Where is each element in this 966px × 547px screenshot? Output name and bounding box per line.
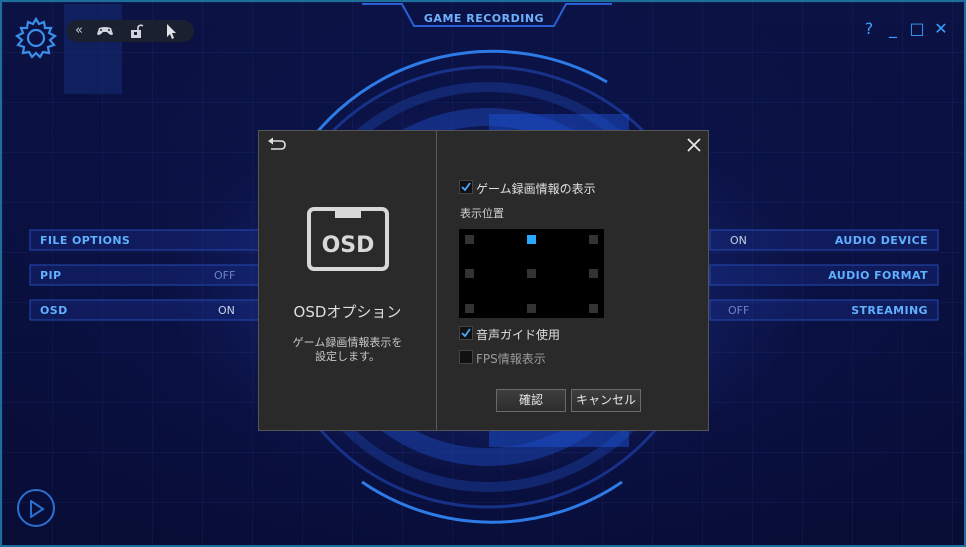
dialog-description: ゲーム録画情報表示を 設定します。: [259, 336, 436, 364]
option-label: AUDIO FORMAT: [828, 269, 928, 282]
cursor-icon[interactable]: [162, 23, 180, 39]
gear-icon[interactable]: [14, 16, 58, 60]
option-value: ON: [218, 304, 235, 317]
option-file-options[interactable]: FILE OPTIONS: [30, 231, 266, 249]
option-audio-format[interactable]: AUDIO FORMAT: [710, 266, 938, 284]
play-icon: [30, 500, 45, 518]
option-audio-device[interactable]: ON AUDIO DEVICE: [710, 231, 938, 249]
show-info-checkbox[interactable]: [459, 180, 473, 194]
option-label: STREAMING: [851, 304, 928, 317]
position-bottom-left[interactable]: [465, 304, 474, 313]
option-pip[interactable]: PIP OFF: [30, 266, 266, 284]
option-value: OFF: [728, 304, 750, 317]
ok-button[interactable]: 確認: [496, 389, 566, 412]
position-top-right[interactable]: [589, 235, 598, 244]
dialog-description-line1: ゲーム録画情報表示を: [292, 336, 403, 349]
position-label: 表示位置: [460, 207, 504, 220]
fps-info-label[interactable]: FPS情報表示: [476, 350, 546, 367]
option-value: OFF: [214, 269, 236, 282]
maximize-button[interactable]: □: [908, 20, 926, 38]
window-title: GAME RECORDING: [423, 12, 545, 25]
option-label: OSD: [40, 304, 68, 317]
position-selector: [459, 229, 604, 318]
voice-guide-label[interactable]: 音声ガイド使用: [476, 326, 560, 343]
option-label: FILE OPTIONS: [40, 234, 131, 247]
position-bottom-center[interactable]: [527, 304, 536, 313]
osd-icon-text: OSD: [322, 233, 375, 258]
quick-toolbar: «: [66, 20, 194, 42]
voice-guide-checkbox[interactable]: [459, 326, 473, 340]
back-arrow-icon[interactable]: [267, 137, 287, 153]
play-button[interactable]: [17, 489, 55, 527]
option-value: ON: [730, 234, 747, 247]
option-streaming[interactable]: OFF STREAMING: [710, 301, 938, 319]
osd-options-dialog: OSD OSDオプション ゲーム録画情報表示を 設定します。 ゲーム録画情報の表…: [258, 130, 709, 431]
collapse-arrows-icon[interactable]: «: [70, 23, 88, 39]
position-top-center[interactable]: [527, 235, 536, 244]
fps-info-checkbox[interactable]: [459, 350, 473, 364]
position-top-left[interactable]: [465, 235, 474, 244]
option-osd[interactable]: OSD ON: [30, 301, 266, 319]
gamepad-icon[interactable]: [96, 23, 114, 39]
dialog-close-icon[interactable]: [687, 138, 701, 152]
cancel-button[interactable]: キャンセル: [571, 389, 641, 412]
minimize-button[interactable]: _: [884, 20, 902, 38]
option-label: PIP: [40, 269, 62, 282]
lock-icon[interactable]: [128, 23, 146, 39]
close-button[interactable]: ✕: [932, 20, 950, 38]
position-middle-right[interactable]: [589, 269, 598, 278]
show-info-label[interactable]: ゲーム録画情報の表示: [476, 180, 596, 197]
dialog-description-line2: 設定します。: [315, 350, 380, 363]
checkmark-icon: [461, 182, 471, 192]
position-middle-center[interactable]: [527, 269, 536, 278]
dialog-title: OSDオプション: [293, 303, 402, 321]
position-middle-left[interactable]: [465, 269, 474, 278]
osd-icon: OSD: [307, 207, 389, 271]
checkmark-icon: [461, 328, 471, 338]
option-label: AUDIO DEVICE: [834, 234, 928, 247]
position-bottom-right[interactable]: [589, 304, 598, 313]
dialog-info-panel: OSD OSDオプション ゲーム録画情報表示を 設定します。: [259, 131, 437, 430]
help-button[interactable]: ?: [860, 20, 878, 38]
